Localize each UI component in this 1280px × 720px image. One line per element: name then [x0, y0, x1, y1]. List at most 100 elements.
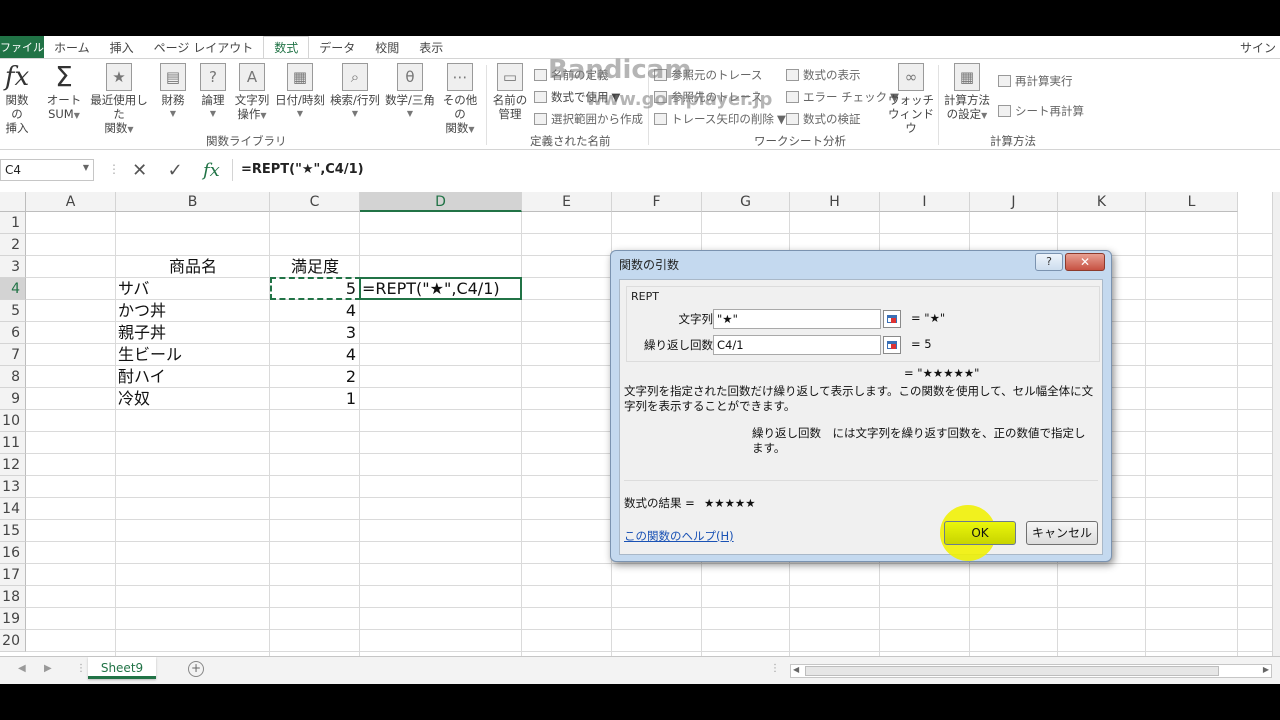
create-from-selection-button[interactable]: 選択範囲から作成	[534, 111, 643, 127]
row-header[interactable]: 7	[0, 344, 26, 366]
header-score-cell[interactable]: 満足度	[270, 256, 360, 278]
logical-button[interactable]: ? 論理 ▼	[196, 63, 230, 121]
next-sheet-icon[interactable]: ▶	[44, 663, 52, 674]
more-functions-button[interactable]: ⋯ その他の 関数▼	[438, 63, 482, 137]
recent-functions-button[interactable]: ★ 最近使用した 関数▼	[86, 63, 152, 137]
row-header[interactable]: 11	[0, 432, 26, 454]
arg1-collapse-icon[interactable]	[883, 310, 901, 328]
datetime-button[interactable]: ▦ 日付/時刻 ▼	[272, 63, 328, 121]
row-header[interactable]: 20	[0, 630, 26, 652]
lookup-button[interactable]: ⌕ 検索/行列 ▼	[328, 63, 382, 121]
column-header[interactable]: D	[360, 192, 522, 212]
enter-check-icon[interactable]: ✓	[168, 160, 183, 181]
insert-function-fx-icon[interactable]: fx	[203, 160, 220, 181]
text-functions-button[interactable]: A 文字列 操作▼	[232, 63, 272, 123]
column-header[interactable]: I	[880, 192, 970, 212]
ok-button[interactable]: OK	[944, 521, 1016, 545]
dialog-help-button[interactable]: ?	[1035, 253, 1063, 271]
row-header[interactable]: 19	[0, 608, 26, 630]
row-header[interactable]: 18	[0, 586, 26, 608]
row-header[interactable]: 16	[0, 542, 26, 564]
column-header[interactable]: K	[1058, 192, 1146, 212]
dialog-close-button[interactable]: ✕	[1065, 253, 1105, 271]
scroll-thumb[interactable]	[805, 666, 1219, 676]
error-check-button[interactable]: エラー チェック ▼	[786, 89, 899, 105]
tab-0[interactable]: ファイル	[0, 36, 44, 58]
column-header[interactable]: B	[116, 192, 270, 212]
row-header[interactable]: 1	[0, 212, 26, 234]
remove-arrows-button[interactable]: トレース矢印の削除 ▼	[654, 111, 786, 127]
row-header[interactable]: 5	[0, 300, 26, 322]
arg2-input[interactable]: C4/1	[713, 335, 881, 355]
item-cell[interactable]: かつ丼	[116, 300, 270, 322]
insert-function-button[interactable]: fx 関数の 挿入	[2, 63, 32, 135]
score-cell[interactable]: 3	[270, 322, 360, 344]
financial-button[interactable]: ▤ 財務 ▼	[156, 63, 190, 121]
header-item-cell[interactable]: 商品名	[116, 256, 270, 278]
formula-input[interactable]: =REPT("★",C4/1)	[232, 159, 1280, 181]
tab-5[interactable]: データ	[309, 36, 365, 58]
name-box[interactable]: C4 ▼	[0, 159, 94, 181]
tab-2[interactable]: 挿入	[100, 36, 144, 58]
score-cell[interactable]: 4	[270, 344, 360, 366]
calculate-sheet-button[interactable]: シート再計算	[998, 103, 1084, 119]
item-cell[interactable]: 生ビール	[116, 344, 270, 366]
row-header[interactable]: 9	[0, 388, 26, 410]
horizontal-scrollbar[interactable]: ◀ ▶	[790, 664, 1272, 678]
autosum-button[interactable]: Σ オート SUM▼	[44, 63, 84, 123]
cancel-icon[interactable]: ✕	[132, 160, 147, 181]
column-header[interactable]: L	[1146, 192, 1238, 212]
item-cell[interactable]: 親子丼	[116, 322, 270, 344]
calculate-now-button[interactable]: 再計算実行	[998, 73, 1073, 89]
row-header[interactable]: 10	[0, 410, 26, 432]
row-header[interactable]: 4	[0, 278, 26, 300]
arg2-collapse-icon[interactable]	[883, 336, 901, 354]
item-cell[interactable]: 冷奴	[116, 388, 270, 410]
column-header[interactable]: C	[270, 192, 360, 212]
name-manager-button[interactable]: ▭ 名前の 管理	[490, 63, 530, 121]
add-sheet-icon[interactable]: +	[188, 661, 204, 677]
column-header[interactable]: F	[612, 192, 702, 212]
cancel-button[interactable]: キャンセル	[1026, 521, 1098, 545]
row-header[interactable]: 12	[0, 454, 26, 476]
tab-1[interactable]: ホーム	[44, 36, 100, 58]
arg1-input[interactable]: "★"	[713, 309, 881, 329]
row-header[interactable]: 14	[0, 498, 26, 520]
row-header[interactable]: 13	[0, 476, 26, 498]
row-header[interactable]: 2	[0, 234, 26, 256]
math-button[interactable]: θ 数学/三角 ▼	[382, 63, 438, 121]
column-header[interactable]: H	[790, 192, 880, 212]
vertical-scrollbar[interactable]	[1272, 192, 1280, 656]
column-header[interactable]: J	[970, 192, 1058, 212]
chevron-down-icon[interactable]: ▼	[83, 163, 89, 172]
active-cell-editor[interactable]: =REPT("★",C4/1)	[359, 277, 522, 300]
row-header[interactable]: 8	[0, 366, 26, 388]
column-header[interactable]: E	[522, 192, 612, 212]
score-cell[interactable]: 1	[270, 388, 360, 410]
tab-3[interactable]: ページ レイアウト	[144, 36, 264, 58]
item-cell[interactable]: サバ	[116, 278, 270, 300]
watch-window-button[interactable]: ∞ ウォッチ ウィンドウ	[888, 63, 934, 135]
score-cell[interactable]: 2	[270, 366, 360, 388]
sheet-tab[interactable]: Sheet9	[88, 657, 156, 679]
function-help-link[interactable]: この関数のヘルプ(H)	[624, 528, 734, 544]
scroll-left-icon[interactable]: ◀	[793, 665, 799, 674]
row-header[interactable]: 3	[0, 256, 26, 278]
tab-6[interactable]: 校閲	[365, 36, 409, 58]
score-cell[interactable]: 4	[270, 300, 360, 322]
prev-sheet-icon[interactable]: ◀	[18, 663, 26, 674]
scroll-right-icon[interactable]: ▶	[1263, 665, 1269, 674]
show-formulas-button[interactable]: 数式の表示	[786, 67, 861, 83]
evaluate-formula-button[interactable]: 数式の検証	[786, 111, 861, 127]
item-cell[interactable]: 酎ハイ	[116, 366, 270, 388]
column-header[interactable]: G	[702, 192, 790, 212]
tab-4[interactable]: 数式	[263, 36, 310, 58]
signin-link[interactable]: サイン	[1230, 36, 1280, 58]
calc-options-button[interactable]: ▦ 計算方法 の設定▼	[942, 63, 992, 123]
column-header[interactable]: A	[26, 192, 116, 212]
tab-7[interactable]: 表示	[409, 36, 453, 58]
row-header[interactable]: 17	[0, 564, 26, 586]
select-all-corner[interactable]	[0, 192, 26, 212]
row-header[interactable]: 15	[0, 520, 26, 542]
row-header[interactable]: 6	[0, 322, 26, 344]
